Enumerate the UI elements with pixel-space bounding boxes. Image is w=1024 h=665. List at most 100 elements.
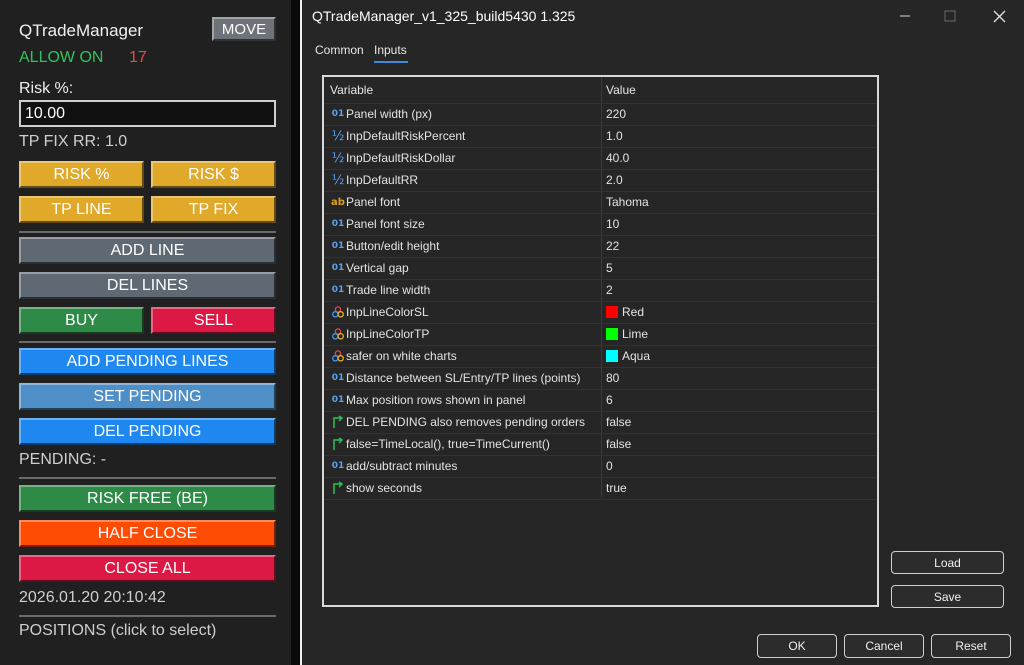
color-name: Aqua [622, 349, 651, 363]
input-row[interactable]: show seconds true [324, 477, 877, 499]
tab-inputs[interactable]: Inputs [374, 43, 407, 57]
color-swatch [606, 328, 618, 340]
tp-fix-rr: TP FIX RR: 1.0 [19, 133, 128, 150]
input-value[interactable]: 2.0 [606, 173, 623, 187]
tp-fix-button[interactable]: TP FIX [151, 196, 276, 223]
input-value[interactable]: 220 [606, 107, 626, 121]
input-row[interactable]: ½ InpDefaultRR 2.0 [324, 169, 877, 191]
input-value[interactable]: Tahoma [606, 195, 649, 209]
separator [19, 615, 276, 617]
risk-percent-button[interactable]: RISK % [19, 161, 144, 188]
add-pending-lines-button[interactable]: ADD PENDING LINES [19, 348, 276, 375]
input-value[interactable]: Lime [606, 327, 648, 341]
sell-button[interactable]: SELL [151, 307, 276, 334]
input-row[interactable]: InpLineColorSL Red [324, 301, 877, 323]
panel-edge [291, 0, 300, 665]
add-line-button[interactable]: ADD LINE [19, 237, 276, 264]
input-value[interactable]: true [606, 481, 627, 495]
color-name: Red [622, 305, 645, 319]
input-row[interactable]: false=TimeLocal(), true=TimeCurrent() fal… [324, 433, 877, 455]
input-variable-name: Panel font size [346, 217, 425, 231]
input-variable-name: Panel font [346, 195, 401, 209]
close-all-button[interactable]: CLOSE ALL [19, 555, 276, 582]
input-row[interactable]: ab Panel font Tahoma [324, 191, 877, 213]
input-value[interactable]: Red [606, 305, 644, 319]
input-row[interactable]: 01 Distance between SL/Entry/TP lines (po… [324, 367, 877, 389]
risk-free-button[interactable]: RISK FREE (BE) [19, 485, 276, 512]
int-icon: 01 [331, 219, 345, 229]
input-row[interactable]: safer on white charts Aqua [324, 345, 877, 367]
input-value[interactable]: 22 [606, 239, 619, 253]
input-variable-name: InpLineColorTP [346, 327, 430, 341]
double-icon: ½ [331, 150, 345, 166]
close-icon[interactable] [979, 3, 1019, 29]
load-button[interactable]: Load [891, 551, 1004, 574]
color-name: Lime [622, 327, 649, 341]
int-icon: 01 [331, 241, 345, 251]
input-value[interactable]: 1.0 [606, 129, 623, 143]
input-row[interactable]: ½ InpDefaultRiskDollar 40.0 [324, 147, 877, 169]
column-header-value[interactable]: Value [606, 77, 876, 103]
risk-label: Risk %: [19, 80, 74, 97]
dialog-title: QTradeManager_v1_325_build5430 1.325 [312, 8, 576, 24]
input-row[interactable]: 01 add/subtract minutes 0 [324, 455, 877, 477]
input-variable-name: InpLineColorSL [346, 305, 429, 319]
input-variable-name: show seconds [346, 481, 423, 495]
input-variable-name: Max position rows shown in panel [346, 393, 526, 407]
input-row[interactable]: 01 Panel width (px) 220 [324, 103, 877, 125]
input-value[interactable]: 5 [606, 261, 613, 275]
move-button[interactable]: MOVE [212, 17, 276, 41]
input-variable-name: safer on white charts [346, 349, 457, 363]
risk-input[interactable] [19, 100, 276, 127]
input-variable-name: add/subtract minutes [346, 459, 458, 473]
input-row[interactable]: 01 Button/edit height 22 [324, 235, 877, 257]
tp-line-button[interactable]: TP LINE [19, 196, 144, 223]
column-header-variable[interactable]: Variable [330, 77, 600, 103]
input-value[interactable]: 10 [606, 217, 619, 231]
input-variable-name: false=TimeLocal(), true=TimeCurrent() [346, 437, 550, 451]
ok-button[interactable]: OK [757, 634, 837, 658]
set-pending-button[interactable]: SET PENDING [19, 383, 276, 410]
input-row[interactable]: 01 Max position rows shown in panel 6 [324, 389, 877, 411]
del-pending-button[interactable]: DEL PENDING [19, 418, 276, 445]
input-row[interactable]: 01 Panel font size 10 [324, 213, 877, 235]
input-value[interactable]: 6 [606, 393, 613, 407]
int-icon: 01 [331, 373, 345, 383]
input-row[interactable]: DEL PENDING also removes pending orders f… [324, 411, 877, 433]
int-icon: 01 [331, 395, 345, 405]
tab-common[interactable]: Common [315, 43, 364, 57]
input-value[interactable]: 80 [606, 371, 619, 385]
risk-dollar-button[interactable]: RISK $ [151, 161, 276, 188]
bool-icon [330, 480, 346, 496]
input-row[interactable]: 01 Trade line width 2 [324, 279, 877, 301]
half-close-button[interactable]: HALF CLOSE [19, 520, 276, 547]
panel-datetime: 2026.01.20 20:10:42 [19, 589, 166, 606]
input-row[interactable]: ½ InpDefaultRiskPercent 1.0 [324, 125, 877, 147]
inputs-grid: Variable Value 01 Panel width (px) 220 ½ Inp… [322, 75, 879, 607]
maximize-icon[interactable] [930, 3, 970, 29]
input-value[interactable]: false [606, 437, 631, 451]
input-value[interactable]: false [606, 415, 631, 429]
input-variable-name: DEL PENDING also removes pending orders [346, 415, 585, 429]
save-button[interactable]: Save [891, 585, 1004, 608]
input-variable-name: Panel width (px) [346, 107, 433, 121]
properties-dialog: QTradeManager_v1_325_build5430 1.325 Com… [302, 0, 1024, 665]
input-value[interactable]: 2 [606, 283, 613, 297]
input-variable-name: Distance between SL/Entry/TP lines (poin… [346, 371, 581, 385]
input-value[interactable]: 40.0 [606, 151, 629, 165]
pending-status: PENDING: - [19, 451, 107, 468]
reset-button[interactable]: Reset [931, 634, 1011, 658]
positions-label[interactable]: POSITIONS (click to select) [19, 622, 216, 640]
panel-title: QTradeManager [19, 21, 144, 40]
input-value[interactable]: Aqua [606, 349, 650, 363]
minimize-icon[interactable] [885, 3, 925, 29]
input-row[interactable]: 01 Vertical gap 5 [324, 257, 877, 279]
input-row[interactable]: InpLineColorTP Lime [324, 323, 877, 345]
buy-button[interactable]: BUY [19, 307, 144, 334]
color-icon [330, 304, 346, 320]
input-value[interactable]: 0 [606, 459, 613, 473]
del-lines-button[interactable]: DEL LINES [19, 272, 276, 299]
color-icon [330, 348, 346, 364]
cancel-button[interactable]: Cancel [844, 634, 924, 658]
grid-end-line [324, 499, 877, 500]
